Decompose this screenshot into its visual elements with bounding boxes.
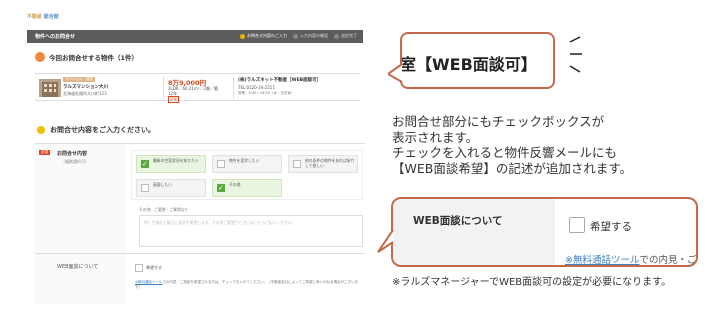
row-label-cell: 必須 お問合せ内容 （複数選択可） bbox=[35, 144, 125, 254]
option-label: 他の条件の物件をあれば紹介して欲しい bbox=[305, 158, 355, 168]
callout-tail-icon bbox=[388, 64, 403, 83]
divider bbox=[233, 77, 234, 99]
inquiry-heading: お問合せ内容をご入力ください。 bbox=[37, 125, 155, 135]
explanation-line: チェックを入れると物件反響メールにも bbox=[392, 145, 618, 161]
step-1: お問合せ内容のご入力 bbox=[240, 33, 287, 39]
bubble-note: ※無料通話ツールでの内見・ご bbox=[565, 252, 696, 266]
free-call-tool-link[interactable]: ※無料通話ツール bbox=[135, 280, 162, 284]
web-meeting-callout: 室【WEB面談可】 bbox=[400, 32, 555, 89]
step-2: 入力内容の確認 bbox=[293, 33, 328, 39]
bubble-tail-icon bbox=[377, 229, 394, 253]
option-label: 画面したい bbox=[153, 182, 172, 187]
bubble-label-cell: WEB面談について bbox=[393, 199, 555, 265]
option-other[interactable]: その他 bbox=[212, 179, 282, 197]
site-logo-text: 不動産 bbox=[27, 14, 44, 20]
step-label: お問合せ内容のご入力 bbox=[247, 33, 287, 38]
step-label: 入力内容の確認 bbox=[300, 33, 328, 38]
site-logo[interactable]: 不動産 総合館 bbox=[27, 13, 59, 20]
bubble-web-meeting-label: WEB面談について bbox=[413, 215, 503, 227]
textarea-placeholder: 例）今週の土曜日に見学を希望します。その他ご要望がございましたらご記入ください。 bbox=[144, 220, 296, 225]
company-hours: 営業：9:00〜18:00（水・日定休） bbox=[238, 91, 295, 95]
web-meeting-checkbox-label[interactable]: 希望する bbox=[146, 265, 162, 271]
site-logo-accent: 総合館 bbox=[43, 14, 59, 20]
step-dot-icon bbox=[240, 33, 245, 39]
bubble-checkbox-label[interactable]: 希望する bbox=[590, 219, 632, 234]
option-label: その他 bbox=[229, 182, 241, 187]
web-meeting-zoom-bubble: WEB面談について 希望する ※無料通話ツールでの内見・ご bbox=[391, 197, 698, 267]
bubble-web-meeting-checkbox[interactable] bbox=[569, 217, 585, 233]
form-title: 物件へのお問合せ bbox=[35, 34, 76, 40]
company-tel: TEL:0120-34-2211 bbox=[238, 85, 275, 90]
option-label: 最新の空室状況を知りたい bbox=[153, 158, 199, 163]
inquiry-form-screenshot: 不動産 総合館 物件へのお問合せ お問合せ内容のご入力 入力内容の確認 送信完了… bbox=[0, 0, 372, 310]
building-icon bbox=[35, 52, 45, 62]
callout-text: 室【WEB面談可】 bbox=[402, 55, 537, 74]
checkbox-icon bbox=[141, 184, 149, 192]
inquiry-content-sub: （複数選択可） bbox=[61, 159, 89, 164]
status-badge: 空室 bbox=[168, 96, 179, 103]
bubble-free-call-tool-link[interactable]: ※無料通話ツール bbox=[565, 255, 639, 266]
option-vacancy[interactable]: 最新の空室状況を知りたい bbox=[136, 155, 206, 173]
web-meeting-note-text: での内見・ご相談を希望される方は、チェックを入れてください。（不動産会社によって… bbox=[135, 280, 358, 290]
option-viewing[interactable]: 物件を見学したい bbox=[212, 155, 282, 173]
form-header-bar: 物件へのお問合せ お問合せ内容のご入力 入力内容の確認 送信完了 bbox=[27, 30, 363, 43]
option-other-properties[interactable]: 他の条件の物件をあれば紹介して欲しい bbox=[288, 155, 358, 173]
progress-steps: お問合せ内容のご入力 入力内容の確認 送信完了 bbox=[240, 33, 357, 39]
emphasis-lines-icon bbox=[569, 36, 582, 73]
property-heading: 今回お問合せする物件（1件） bbox=[35, 52, 138, 62]
checkbox-checked-icon bbox=[217, 183, 225, 193]
checkbox-icon bbox=[293, 160, 301, 168]
property-card: マンション・賃貸 ラルズマンション大川 北海道札幌市大川町123 8万9,000… bbox=[35, 73, 360, 103]
web-meeting-label: WEB面談について bbox=[57, 264, 99, 270]
inquiry-content-label: お問合せ内容 bbox=[57, 151, 88, 157]
step-label: 送信完了 bbox=[341, 33, 357, 38]
row-label-cell: WEB面談について bbox=[35, 254, 125, 304]
property-name[interactable]: ラルズマンション大川 bbox=[63, 84, 108, 90]
company-name: (株)ラルズネット不動産［WEB面談可］ bbox=[238, 78, 322, 83]
other-request-label: その他、ご要望・ご質問など bbox=[139, 207, 189, 212]
property-type-tag: マンション・賃貸 bbox=[63, 77, 95, 82]
inquiry-heading-text: お問合せ内容をご入力ください。 bbox=[50, 126, 155, 134]
setting-footnote: ※ラルズマネージャーでWEB面談可の設定が必要になります。 bbox=[392, 277, 672, 288]
explanation-line: 【WEB面談希望】の記述が追加されます。 bbox=[392, 160, 633, 176]
other-request-textarea[interactable]: 例）今週の土曜日に見学を希望します。その他ご要望がございましたらご記入ください。 bbox=[139, 215, 363, 247]
web-meeting-note: ※無料通話ツールでの内見・ご相談を希望される方は、チェックを入れてください。（不… bbox=[135, 280, 363, 291]
explanation-line: 表示されます。 bbox=[392, 129, 479, 145]
option-screen[interactable]: 画面したい bbox=[136, 179, 206, 197]
step-dot-icon bbox=[334, 33, 339, 39]
building-icon bbox=[42, 82, 58, 97]
property-address: 北海道札幌市大川町123 bbox=[63, 91, 107, 96]
checkbox-checked-icon bbox=[141, 159, 149, 169]
bubble-note-text: での内見・ご bbox=[639, 255, 696, 266]
divider bbox=[163, 77, 164, 99]
property-detail: 2LDK／60.21m²／2階／築12年 bbox=[168, 86, 218, 97]
required-badge: 必須 bbox=[39, 150, 50, 155]
bullet-icon bbox=[37, 126, 45, 134]
checkbox-icon bbox=[217, 160, 225, 168]
property-heading-text: 今回お問合せする物件（1件） bbox=[49, 54, 139, 62]
step-dot-icon bbox=[293, 33, 298, 39]
option-label: 物件を見学したい bbox=[229, 158, 260, 163]
explanation-line: お問合せ部分にもチェックボックスが bbox=[392, 114, 605, 129]
web-meeting-row: WEB面談について 希望する ※無料通話ツールでの内見・ご相談を希望される方は、… bbox=[35, 253, 365, 304]
explanation-text: お問合せ部分にもチェックボックスが 表示されます。 チェックを入れると物件反響メ… bbox=[392, 114, 712, 177]
inquiry-content-row: 必須 お問合せ内容 （複数選択可） 最新の空室状況を知りたい 物件を見学したい … bbox=[35, 143, 365, 254]
step-3: 送信完了 bbox=[334, 33, 357, 39]
property-thumbnail[interactable] bbox=[39, 79, 61, 97]
inquiry-options: 最新の空室状況を知りたい 物件を見学したい 他の条件の物件をあれば紹介して欲しい… bbox=[131, 150, 363, 200]
web-meeting-checkbox[interactable] bbox=[135, 264, 143, 272]
